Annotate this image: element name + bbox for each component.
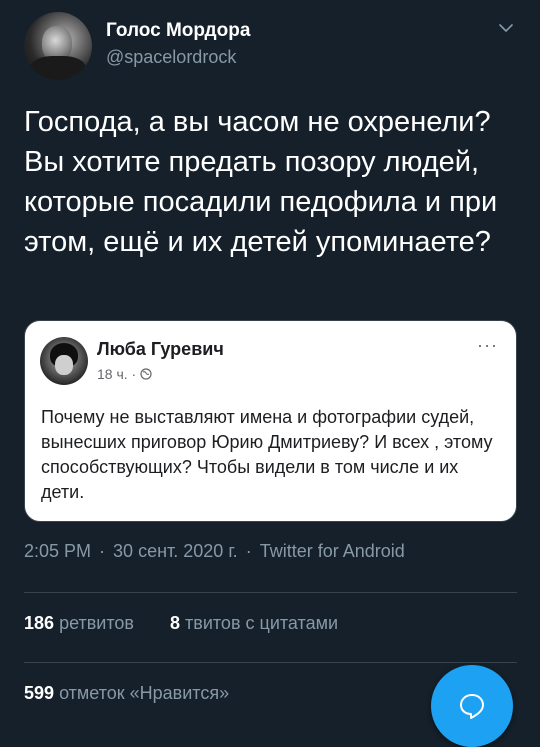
retweets-count: 186	[24, 613, 55, 633]
quotes-link[interactable]: 8 твитов с цитатами	[170, 613, 338, 633]
meta-separator: ·	[245, 541, 252, 561]
likes-count: 599	[24, 683, 55, 703]
retweets-label: ретвитов	[59, 613, 134, 633]
tweet-header: Голос Мордора @spacelordrock	[0, 0, 540, 95]
globe-icon	[140, 368, 152, 380]
tweet-time: 2:05 PM	[24, 541, 92, 561]
author-avatar[interactable]	[24, 12, 92, 80]
tweet-source[interactable]: Twitter for Android	[260, 541, 405, 561]
retweet-stats: 186 ретвитов 8 твитов с цитатами	[24, 613, 338, 634]
tweet-date: 30 сент. 2020 г.	[113, 541, 238, 561]
embedded-post-text: Почему не выставляют имена и фотографии …	[41, 407, 493, 502]
embedded-post-meta: 18 ч. ·	[97, 366, 152, 382]
meta-separator: ·	[99, 541, 106, 561]
quotes-label: твитов с цитатами	[185, 613, 339, 633]
quotes-count: 8	[170, 613, 181, 633]
author-handle[interactable]: @spacelordrock	[106, 47, 236, 68]
likes-label: отметок «Нравится»	[59, 683, 230, 703]
embedded-author-avatar	[40, 337, 88, 385]
likes-stats[interactable]: 599 отметок «Нравится»	[24, 683, 229, 704]
compose-reply-icon	[460, 694, 484, 719]
divider	[24, 592, 517, 593]
embedded-author-name: Люба Гуревич	[97, 339, 224, 359]
more-options-icon: ···	[477, 335, 498, 355]
chevron-down-icon[interactable]	[496, 18, 516, 38]
tweet-text: Господа, а вы часом не охренели? Вы хоти…	[24, 106, 498, 258]
retweets-link[interactable]: 186 ретвитов	[24, 613, 134, 633]
divider	[24, 662, 517, 663]
embedded-post-card[interactable]: Люба Гуревич 18 ч. · ··· Почему не выста…	[24, 320, 517, 522]
tweet-meta: 2:05 PM · 30 сент. 2020 г. · Twitter for And…	[24, 541, 405, 562]
embedded-post-time: 18 ч. ·	[97, 366, 137, 382]
author-display-name[interactable]: Голос Мордора	[106, 20, 250, 42]
